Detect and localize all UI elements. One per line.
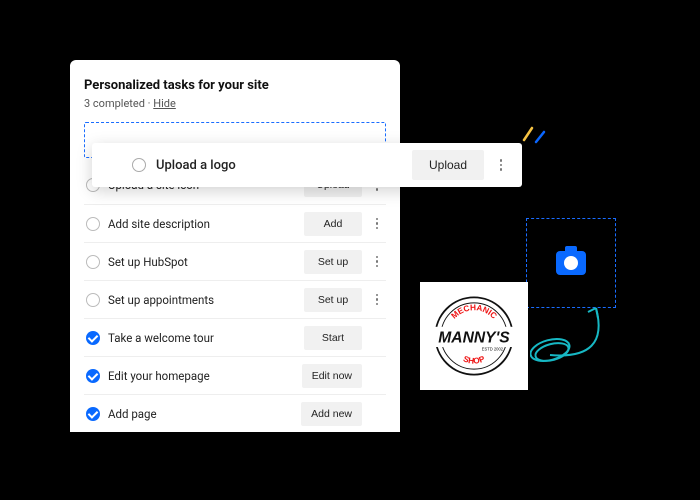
task-action-button[interactable]: Edit now [302, 364, 362, 388]
panel-title: Personalized tasks for your site [84, 78, 386, 93]
status-done-icon [86, 407, 100, 421]
task-action-button[interactable]: Set up [304, 288, 362, 312]
hide-link[interactable]: Hide [153, 97, 176, 110]
sparkle-accent-icon [518, 122, 548, 146]
svg-text:MANNY'S: MANNY'S [438, 329, 510, 346]
kebab-menu-icon[interactable] [370, 256, 384, 268]
status-circle-icon [86, 293, 100, 307]
task-label: Set up appointments [108, 293, 296, 307]
status-circle-icon [132, 158, 146, 172]
completed-count: 3 completed [84, 97, 145, 110]
task-label: Edit your homepage [108, 369, 294, 383]
task-label: Take a welcome tour [108, 331, 296, 345]
status-circle-icon [86, 217, 100, 231]
task-action-button[interactable]: Add new [301, 402, 362, 426]
task-row[interactable]: Edit your homepage Edit now [84, 356, 386, 394]
status-done-icon [86, 331, 100, 345]
arrow-scribble-icon [530, 300, 640, 380]
task-label: Add page [108, 407, 293, 421]
status-circle-icon [86, 255, 100, 269]
tasks-panel: Personalized tasks for your site 3 compl… [70, 60, 400, 432]
task-list: Upload a site iconUploadAdd site descrip… [84, 166, 386, 432]
svg-text:ESTD 2002: ESTD 2002 [482, 347, 504, 352]
task-action-button[interactable]: Add [304, 212, 362, 236]
task-row[interactable]: Set up appointments Set up [84, 280, 386, 318]
upload-dropzone[interactable] [526, 218, 616, 308]
task-label: Upload a logo [156, 158, 402, 173]
task-row[interactable]: Add site description Add [84, 204, 386, 242]
svg-text:MECHANIC: MECHANIC [450, 303, 499, 321]
task-label: Set up HubSpot [108, 255, 296, 269]
task-label: Add site description [108, 217, 296, 231]
task-row[interactable]: Add page Add new [84, 394, 386, 432]
panel-subtitle: 3 completed · Hide [84, 97, 386, 110]
highlighted-task-row[interactable]: Upload a logo Upload [92, 143, 522, 187]
task-action-button[interactable]: Start [304, 326, 362, 350]
kebab-menu-icon[interactable] [370, 294, 384, 306]
camera-icon [556, 251, 586, 275]
logo-preview: MECHANIC SHOP MANNY'S ESTD 2002 [420, 282, 528, 390]
upload-button[interactable]: Upload [412, 150, 484, 180]
task-row[interactable]: Set up HubSpot Set up [84, 242, 386, 280]
status-done-icon [86, 369, 100, 383]
task-action-button[interactable]: Set up [304, 250, 362, 274]
kebab-menu-icon[interactable] [370, 218, 384, 230]
task-row[interactable]: Take a welcome tour Start [84, 318, 386, 356]
kebab-menu-icon[interactable] [494, 159, 508, 171]
mannys-logo-icon: MECHANIC SHOP MANNY'S ESTD 2002 [428, 290, 520, 382]
svg-text:SHOP: SHOP [462, 354, 487, 366]
